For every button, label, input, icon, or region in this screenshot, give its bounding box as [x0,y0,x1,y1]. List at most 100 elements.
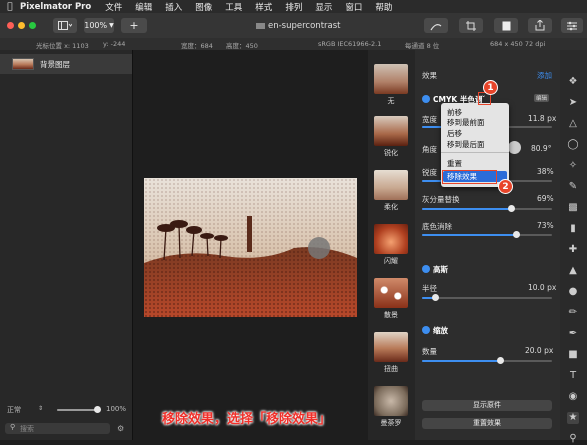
search-placeholder: 搜索 [20,425,34,433]
show-original-button[interactable]: 显示原件 [422,400,552,411]
wand-icon[interactable]: ✧ [567,160,579,172]
gray-label: 灰分量替换 [422,195,460,204]
menu-item-bring-to-front[interactable]: 移到最前面 [447,117,485,128]
gray-slider[interactable] [422,205,552,212]
menu-app[interactable]: Pixelmator Pro [20,2,91,12]
menu-arrange[interactable]: 排列 [285,1,302,13]
bandage-icon[interactable]: ▲ [567,265,579,277]
canvas-area[interactable] [133,50,368,440]
amount-value: 20.0 px [525,346,554,355]
effect-mandala[interactable]: 曼荼罗 [374,386,408,428]
filter-icon[interactable]: ⚙ [117,424,124,433]
undercolor-label: 底色消除 [422,222,452,231]
layer-thumbnail [12,58,34,70]
eraser-icon[interactable]: ▮ [567,223,579,235]
effect-thumbnail [374,224,408,254]
panel-header: 效果 [422,71,437,80]
layers-sidebar: 背景图层 正常 ⇕ 100% ⚲ 搜索 ⚙ [0,50,133,440]
angle-dial[interactable] [508,141,521,154]
menu-item-send-to-back[interactable]: 移到最后面 [447,139,485,150]
opacity-slider[interactable] [57,406,101,413]
reset-effects-button[interactable]: 重置效果 [422,418,552,429]
menu-tools[interactable]: 工具 [225,1,242,13]
crop-button[interactable] [459,18,483,33]
menu-view[interactable]: 显示 [315,1,332,13]
radius-label: 半径 [422,284,437,293]
lasso-icon[interactable]: ◯ [567,139,579,151]
sidebar-icon [58,21,72,30]
angle-value: 80.9° [531,144,552,153]
close-window-button[interactable] [7,22,14,29]
undercolor-value: 73% [537,221,554,230]
gray-value: 69% [537,194,554,203]
radius-slider[interactable] [422,294,552,301]
menu-image[interactable]: 图像 [195,1,212,13]
pen-tool-button[interactable] [424,18,448,33]
repair-icon[interactable]: ✚ [567,244,579,256]
effect-sharpen[interactable]: 锐化 [374,116,408,158]
menu-bar:  Pixelmator Pro 文件 编辑 插入 图像 工具 样式 排列 显示… [0,0,587,13]
edit-badge[interactable]: 编辑 [534,94,550,102]
share-doc-button[interactable] [494,18,518,33]
amount-slider[interactable] [422,357,552,364]
window-toolbar: 100% ▼ + en-supercontrast [0,13,587,38]
menu-item-send-backward[interactable]: 后移 [447,128,462,139]
effect-name-zoom: 缩放 [433,326,448,335]
share-icon [535,20,545,31]
menu-window[interactable]: 窗口 [345,1,362,13]
apple-icon[interactable]:  [0,2,20,12]
add-effect-button[interactable]: 添加 [537,70,552,81]
add-button[interactable]: + [121,18,147,33]
menu-edit[interactable]: 编辑 [135,1,152,13]
sharpness-label: 锐度 [422,168,437,177]
share-button[interactable] [528,18,552,33]
eyedropper-icon[interactable]: ✏ [567,307,579,319]
sponge-icon[interactable]: ● [567,286,579,298]
move-icon[interactable]: △ [567,118,579,130]
effect-thumbnail [374,332,408,362]
paint-icon[interactable]: ❖ [567,76,579,88]
effect-enabled-checkbox[interactable] [422,265,430,273]
effects-browser: 无 锐化 柔化 闪耀 散景 扭曲 曼荼罗 [368,50,415,440]
zoom-window-button[interactable] [29,22,36,29]
minimize-window-button[interactable] [18,22,25,29]
canvas-image [144,178,357,317]
adjust-button[interactable] [561,18,583,33]
search-field[interactable]: ⚲ 搜索 [5,423,110,434]
cursor-y: y: -244 [103,40,126,48]
remove-highlight-box [442,170,497,184]
effect-glow[interactable]: 闪耀 [374,224,408,266]
menu-style[interactable]: 样式 [255,1,272,13]
effect-bokeh[interactable]: 散景 [374,278,408,320]
cursor-x: 光标位置 x: 1103 [36,42,89,50]
pen-icon [430,23,442,30]
effect-label: 曼荼罗 [380,419,402,427]
pen-icon[interactable]: ✒ [567,328,579,340]
gradient-icon[interactable]: ▩ [567,202,579,214]
brush-icon[interactable]: ✎ [567,181,579,193]
blend-mode-select[interactable]: 正常 [7,405,21,415]
zoom-icon[interactable]: ⚲ [567,433,579,445]
arrow-icon[interactable]: ➤ [567,97,579,109]
menu-help[interactable]: 帮助 [375,1,392,13]
effect-enabled-checkbox[interactable] [422,95,430,103]
effect-distort[interactable]: 扭曲 [374,332,408,374]
layer-name: 背景图层 [40,59,70,69]
zoom-select[interactable]: 100% ▼ [84,18,114,33]
effect-label: 闪耀 [384,257,398,265]
effect-none[interactable]: 无 [374,64,408,106]
opacity-value: 100% [106,405,127,413]
shape-icon[interactable]: ■ [567,349,579,361]
effect-soften[interactable]: 柔化 [374,170,408,212]
color-icon[interactable]: ◉ [567,391,579,403]
document-title: en-supercontrast [268,21,341,31]
menu-insert[interactable]: 插入 [165,1,182,13]
effect-enabled-checkbox[interactable] [422,326,430,334]
view-toggle-button[interactable] [53,18,77,33]
undercolor-slider[interactable] [422,231,552,238]
menu-file[interactable]: 文件 [105,1,122,13]
effects-icon[interactable]: ★ [567,412,579,424]
text-icon[interactable]: T [567,370,579,382]
layer-row[interactable]: 背景图层 [0,54,132,74]
menu-item-reset[interactable]: 重置 [447,158,462,169]
